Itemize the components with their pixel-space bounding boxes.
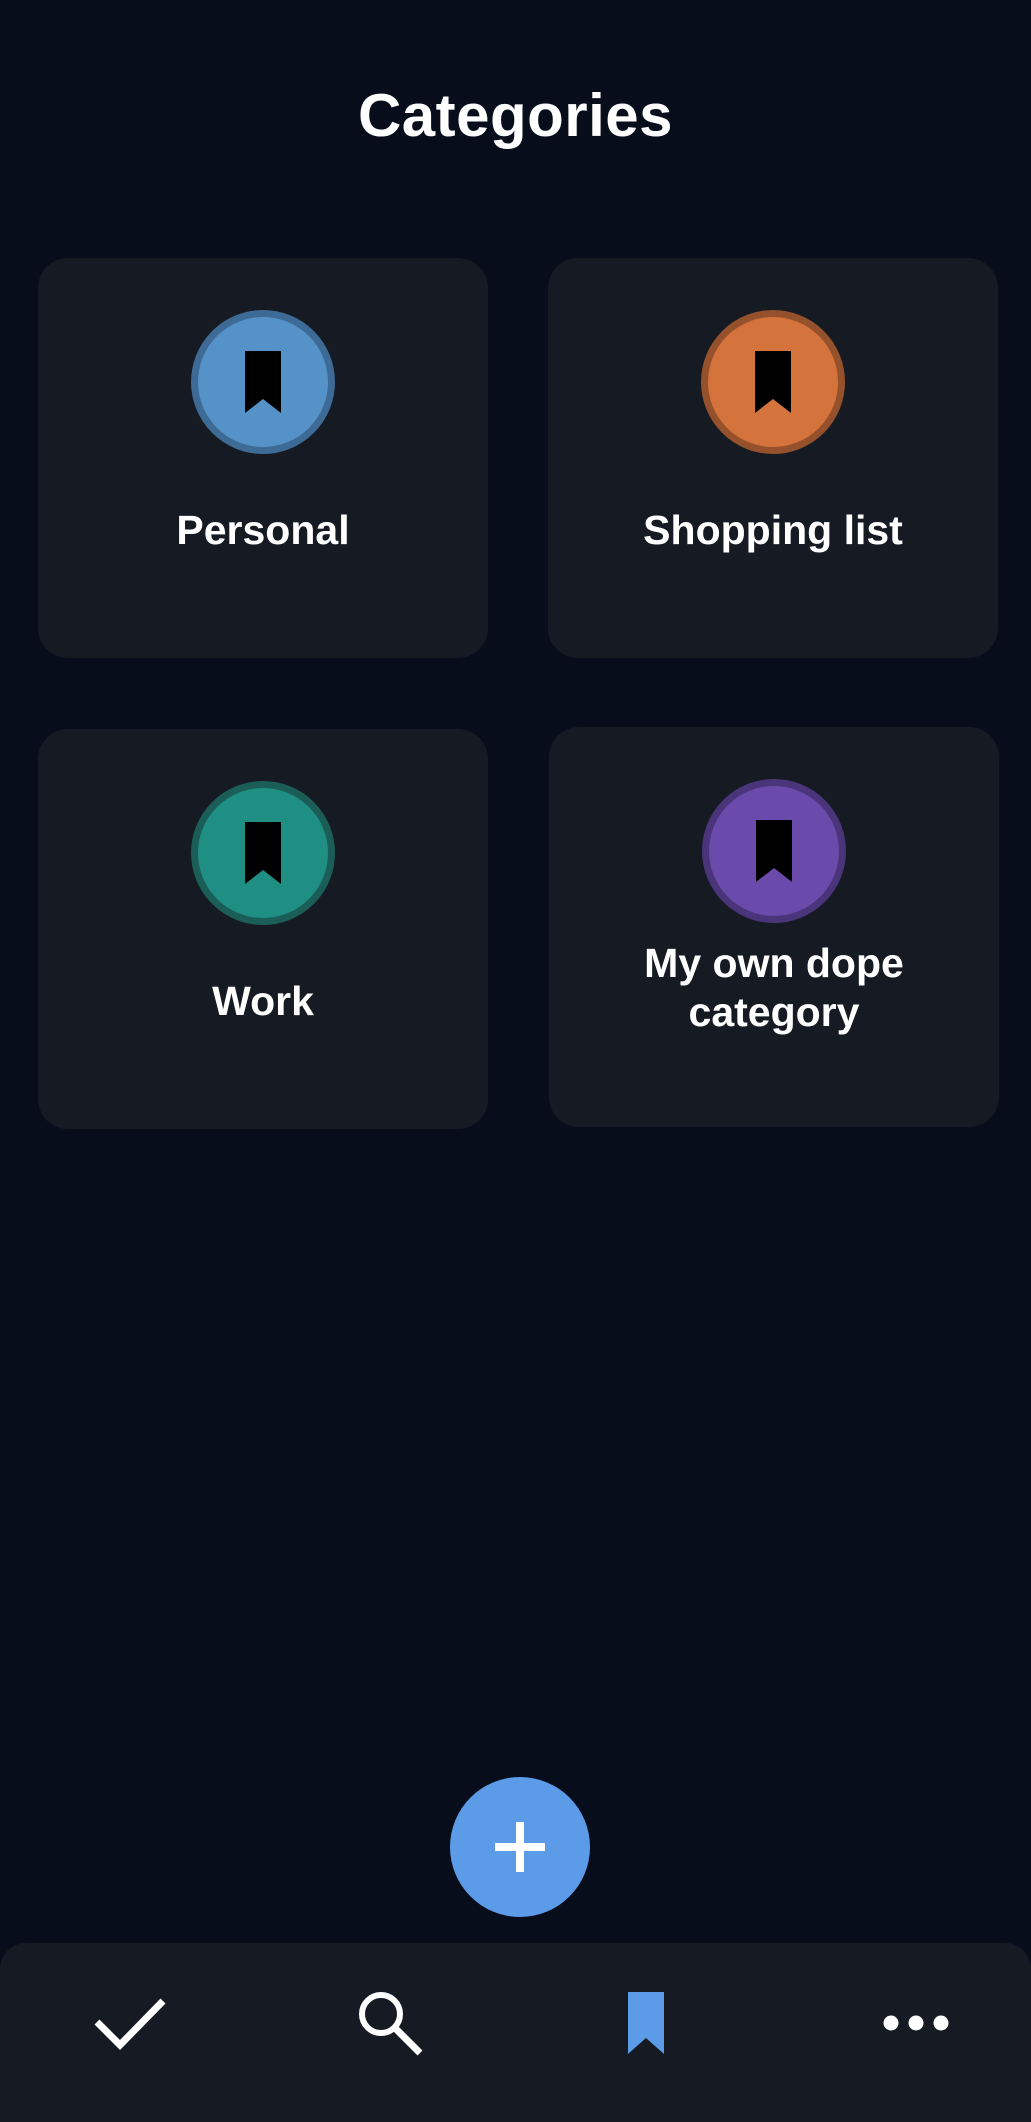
- more-horizontal-icon: [883, 2015, 949, 2031]
- category-label: My own dope category: [644, 940, 904, 1035]
- category-card-shopping-list[interactable]: Shopping list: [548, 258, 998, 658]
- bookmark-icon: [756, 820, 792, 882]
- nav-item-categories[interactable]: [586, 1973, 706, 2073]
- bookmark-icon: [755, 351, 791, 413]
- nav-item-more[interactable]: [856, 1973, 976, 2073]
- category-badge: [702, 779, 846, 923]
- bookmark-icon: [628, 1992, 664, 2054]
- category-label: Shopping list: [643, 507, 903, 553]
- nav-item-search[interactable]: [330, 1973, 450, 2073]
- category-label: Personal: [176, 507, 350, 553]
- category-card-my-own-dope-category[interactable]: My own dope category: [549, 727, 999, 1127]
- category-label: Work: [212, 978, 314, 1024]
- bookmark-icon: [245, 822, 281, 884]
- bookmark-icon: [245, 351, 281, 413]
- search-icon: [359, 1992, 423, 2056]
- add-category-button[interactable]: [450, 1777, 590, 1917]
- page-title: Categories: [357, 82, 674, 149]
- category-badge: [191, 310, 335, 454]
- category-card-work[interactable]: Work: [38, 729, 488, 1129]
- category-card-personal[interactable]: Personal: [38, 258, 488, 658]
- plus-icon: [495, 1822, 545, 1872]
- category-badge: [191, 781, 335, 925]
- bottom-navigation: [0, 1943, 1031, 2122]
- category-badge: [701, 310, 845, 454]
- nav-item-tasks[interactable]: [70, 1973, 190, 2073]
- checkmark-icon: [94, 1998, 166, 2050]
